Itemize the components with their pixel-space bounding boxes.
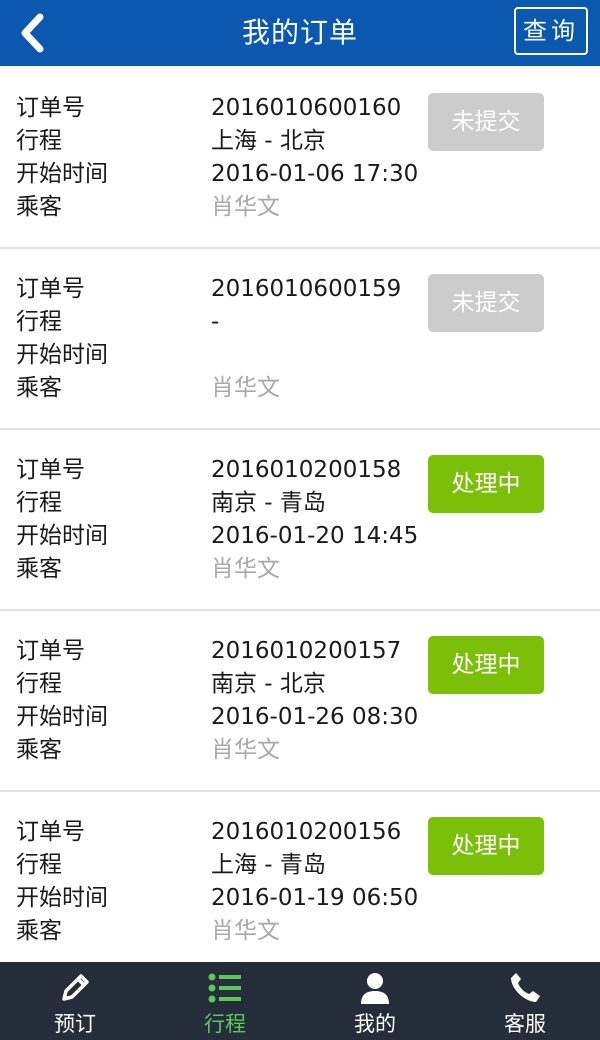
tab-mine[interactable]: 我的	[300, 962, 450, 1040]
start-time-value: 2016-01-19 06:50	[211, 885, 419, 911]
tab-label: 我的	[354, 1012, 396, 1036]
top-bar: 我的订单 查询	[0, 0, 600, 66]
status-badge[interactable]: 未提交	[428, 274, 544, 332]
status-badge[interactable]: 处理中	[428, 455, 544, 513]
page-title: 我的订单	[241, 16, 358, 49]
order-item[interactable]: 订单号 2016010200157 行程 南京 - 北京 开始时间 2016-01-2…	[0, 611, 600, 792]
order-no-label: 订单号	[16, 638, 85, 664]
tab-label: 行程	[204, 1012, 246, 1036]
status-badge[interactable]: 未提交	[428, 93, 544, 151]
order-no-label: 订单号	[16, 457, 85, 483]
route-label: 行程	[16, 309, 62, 335]
passenger-label: 乘客	[16, 375, 62, 401]
passenger-value: 肖华文	[211, 556, 280, 582]
order-item[interactable]: 订单号 2016010600159 行程 - 开始时间 乘客 肖华文 未提交	[0, 249, 600, 430]
route-label: 行程	[16, 852, 62, 878]
user-icon	[355, 970, 395, 1006]
pencil-icon	[55, 970, 95, 1006]
order-item[interactable]: 订单号 2016010200156 行程 上海 - 青岛 开始时间 2016-01-1…	[0, 792, 600, 962]
tab-service[interactable]: 客服	[450, 962, 600, 1040]
start-time-value: 2016-01-20 14:45	[211, 523, 419, 549]
passenger-value: 肖华文	[211, 918, 280, 944]
passenger-value: 肖华文	[211, 737, 280, 763]
order-item[interactable]: 订单号 2016010600160 行程 上海 - 北京 开始时间 2016-01-0…	[0, 68, 600, 249]
passenger-label: 乘客	[16, 556, 62, 582]
tab-trips[interactable]: 行程	[150, 962, 300, 1040]
start-time-label: 开始时间	[16, 342, 108, 368]
route-label: 行程	[16, 490, 62, 516]
order-no-value: 2016010200157	[211, 638, 402, 664]
status-badge[interactable]: 处理中	[428, 636, 544, 694]
order-item[interactable]: 订单号 2016010200158 行程 南京 - 青岛 开始时间 2016-01-2…	[0, 430, 600, 611]
start-time-label: 开始时间	[16, 704, 108, 730]
start-time-label: 开始时间	[16, 885, 108, 911]
start-time-value: 2016-01-26 08:30	[211, 704, 419, 730]
tab-label: 客服	[504, 1012, 546, 1036]
order-no-value: 2016010200156	[211, 819, 402, 845]
route-value: 上海 - 北京	[211, 128, 326, 154]
passenger-label: 乘客	[16, 918, 62, 944]
passenger-value: 肖华文	[211, 375, 280, 401]
route-value: 上海 - 青岛	[211, 852, 326, 878]
route-value: 南京 - 北京	[211, 671, 326, 697]
start-time-label: 开始时间	[16, 523, 108, 549]
phone-icon	[505, 970, 545, 1006]
start-time-label: 开始时间	[16, 161, 108, 187]
route-value: -	[211, 309, 220, 335]
status-badge[interactable]: 处理中	[428, 817, 544, 875]
route-value: 南京 - 青岛	[211, 490, 326, 516]
order-list: 订单号 2016010600160 行程 上海 - 北京 开始时间 2016-01-0…	[0, 68, 600, 962]
order-no-label: 订单号	[16, 819, 85, 845]
order-no-value: 2016010600160	[211, 95, 402, 121]
query-button[interactable]: 查询	[514, 7, 588, 55]
route-label: 行程	[16, 671, 62, 697]
passenger-label: 乘客	[16, 194, 62, 220]
list-icon	[205, 970, 245, 1006]
order-no-value: 2016010200158	[211, 457, 402, 483]
tab-label: 预订	[54, 1012, 96, 1036]
order-no-label: 订单号	[16, 95, 85, 121]
bottom-tab-bar: 预订 行程 我的 客服	[0, 962, 600, 1040]
passenger-value: 肖华文	[211, 194, 280, 220]
start-time-value: 2016-01-06 17:30	[211, 161, 419, 187]
route-label: 行程	[16, 128, 62, 154]
passenger-label: 乘客	[16, 737, 62, 763]
order-no-value: 2016010600159	[211, 276, 402, 302]
order-no-label: 订单号	[16, 276, 85, 302]
tab-book[interactable]: 预订	[0, 962, 150, 1040]
